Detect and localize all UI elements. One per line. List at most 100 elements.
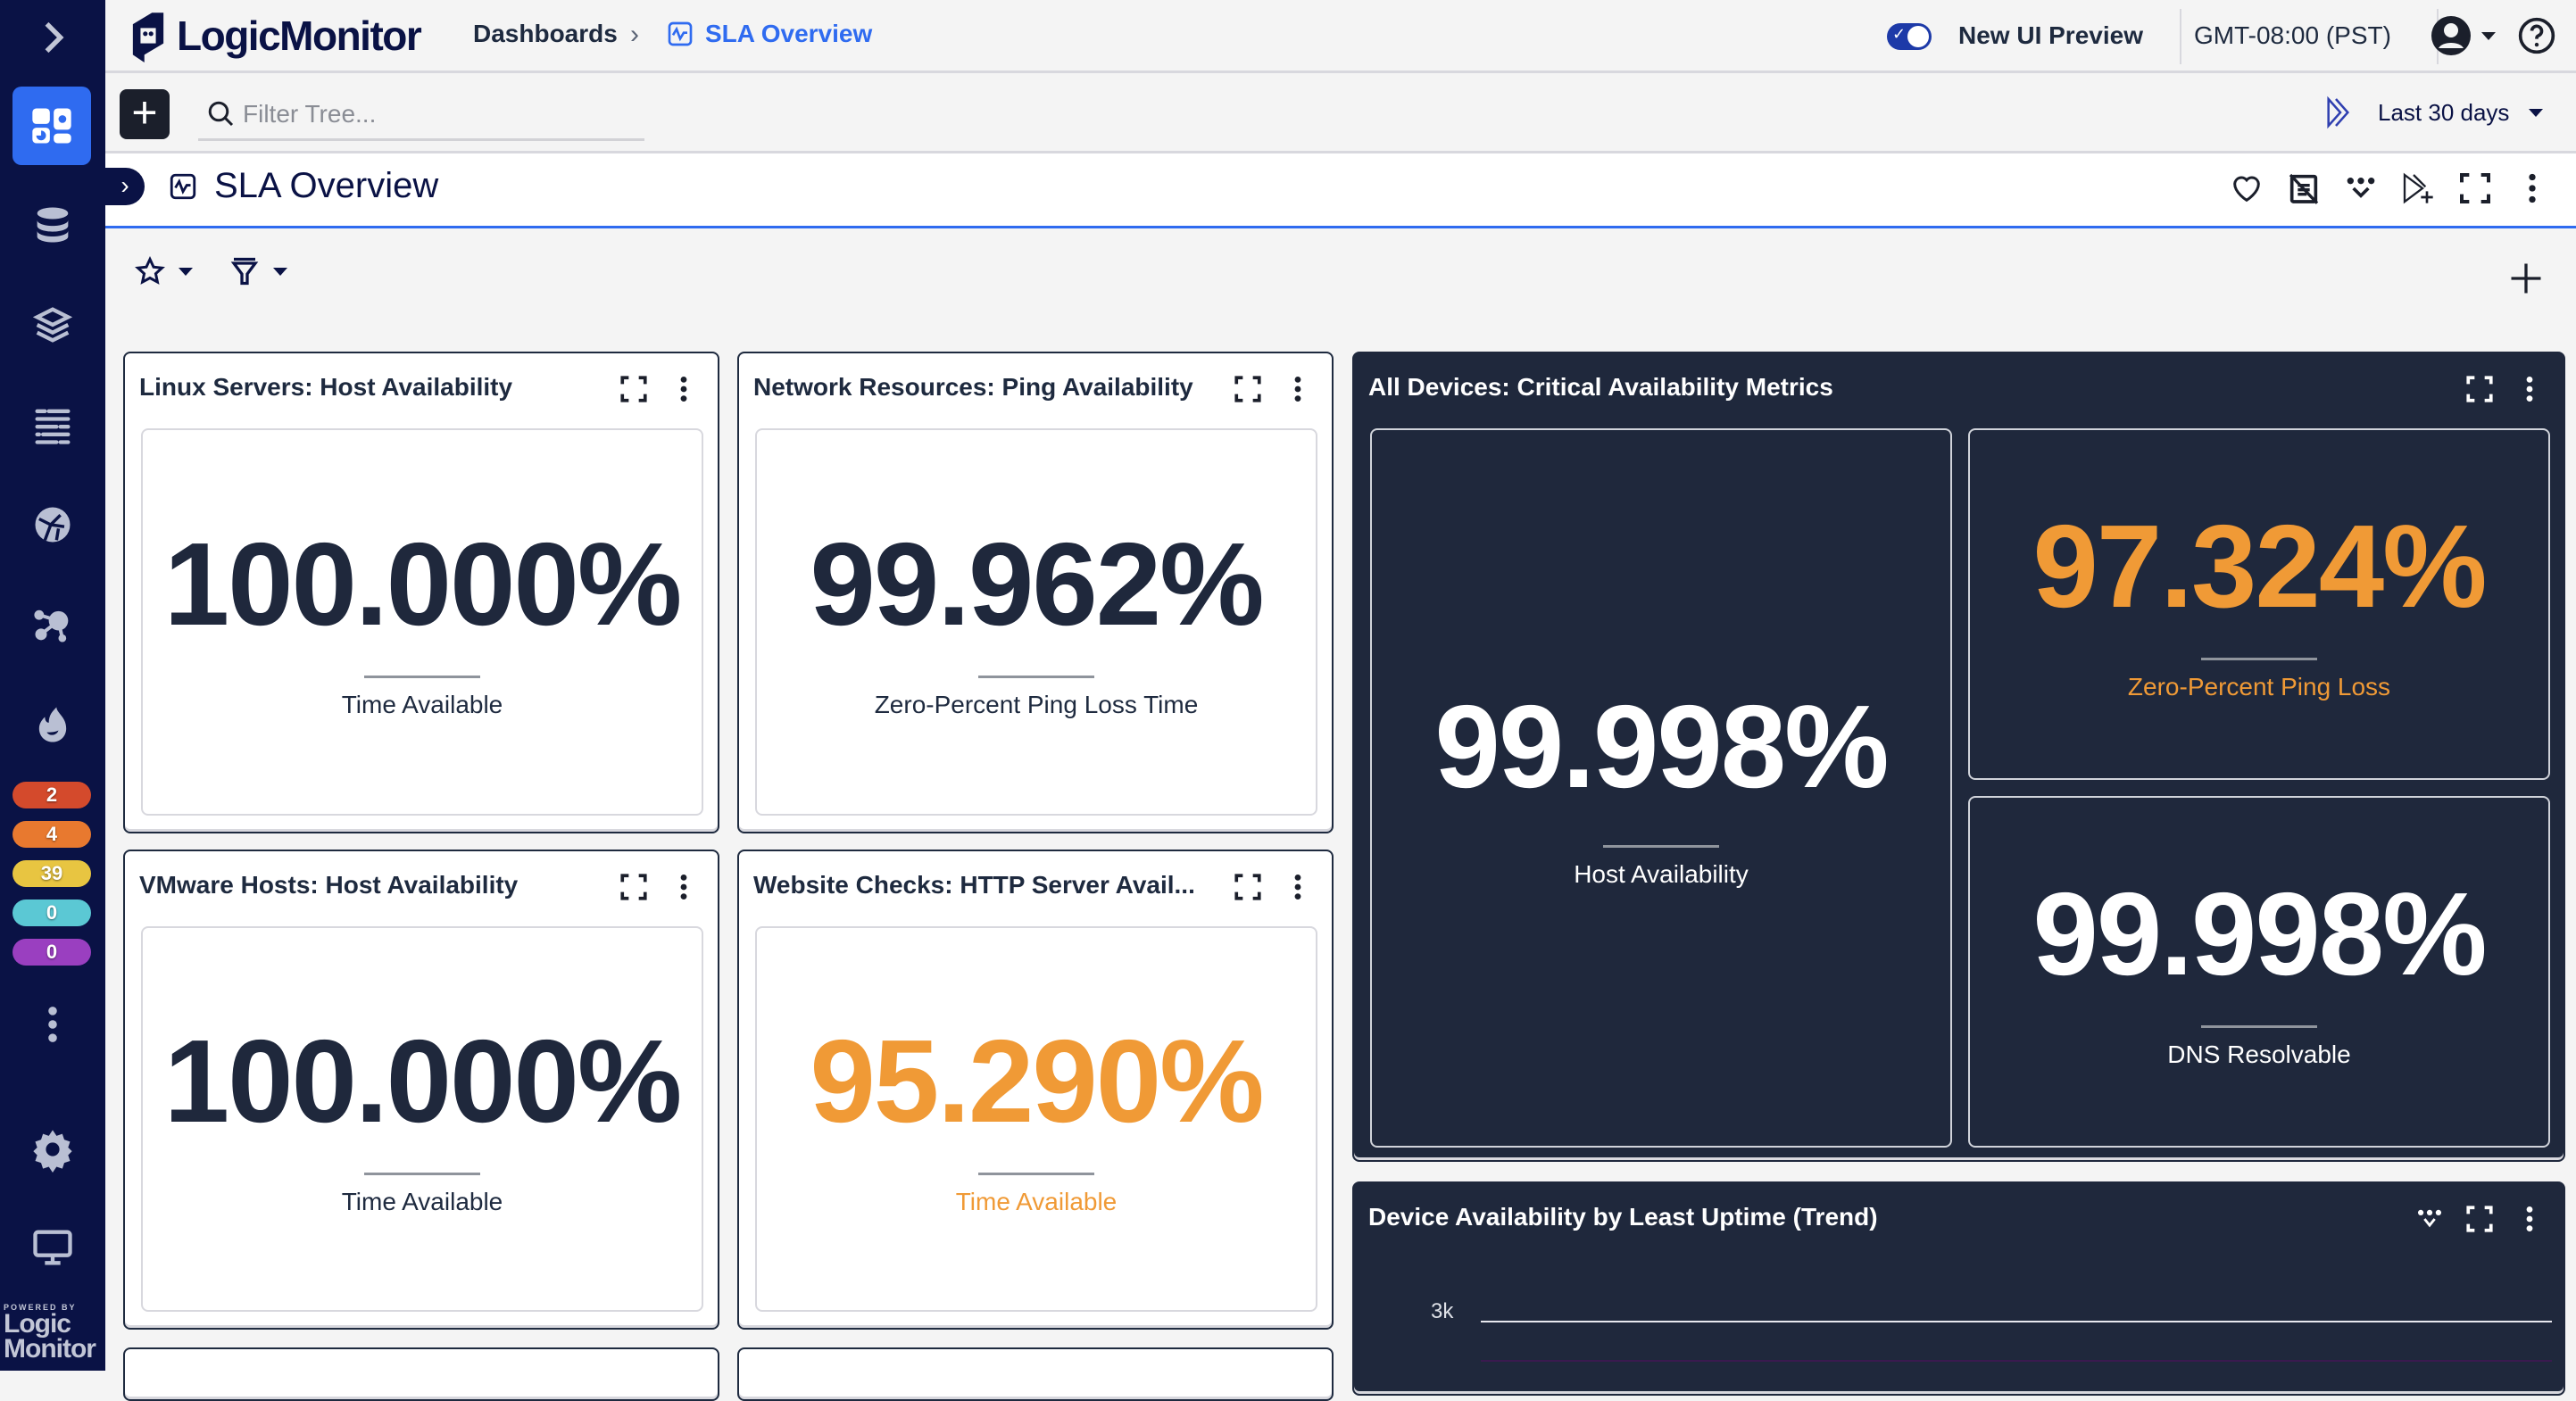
add-dashboard-button[interactable]: + [120,89,170,139]
add-to-playlist-button[interactable] [2399,170,2437,207]
widget-website-http-availability: Website Checks: HTTP Server Avail... 95.… [737,850,1334,1330]
widget-title: Linux Servers: Host Availability [139,373,513,401]
big-number-value: 99.998% [1434,680,1889,812]
new-ui-preview-label: New UI Preview [1958,21,2143,49]
widget-more-button[interactable] [2514,373,2546,405]
graph-icon [170,173,196,199]
powered-logo-line1: Logic [4,1309,71,1339]
widget-more-button[interactable] [2514,1203,2546,1235]
chevron-right-icon: › [120,171,129,199]
divider [364,675,480,678]
widget-more-button[interactable] [1282,871,1314,903]
big-number-label: Zero-Percent Ping Loss Time [874,690,1199,718]
logicmonitor-logo-icon [132,12,164,62]
left-nav-sidebar: 2 4 39 0 0 POWERED BY Logic Monitor [0,0,105,1371]
big-number-label: Zero-Percent Ping Loss [2127,672,2391,700]
filter-dropdown[interactable] [229,255,287,287]
metric-tile-ping-loss: 97.324% Zero-Percent Ping Loss [1968,428,2550,780]
widget-critical-availability-metrics: All Devices: Critical Availability Metri… [1352,352,2565,1162]
more-nav-button[interactable] [0,989,105,1060]
divider [2201,657,2317,660]
more-vert-icon [1294,874,1301,900]
check-icon: ✓ [1892,25,1907,43]
alert-badge-info[interactable]: 0 [12,899,91,926]
big-number-label: Time Available [955,1187,1118,1215]
alert-badge-critical[interactable]: 2 [12,782,91,808]
brand-name: LogicMonitor [177,12,422,59]
expand-nav-button[interactable] [0,2,105,73]
alert-badge-warning[interactable]: 39 [12,860,91,887]
widget-fullscreen-button[interactable] [1232,373,1264,405]
breadcrumb-dashboards[interactable]: Dashboards [473,20,618,48]
flame-icon [38,707,67,742]
timezone-selector[interactable]: GMT-08:00 (PST) [2194,21,2391,50]
top-header: LogicMonitor Dashboards › SLA Overview ✓… [105,0,2576,73]
dashboard-title-bar: › SLA Overview [105,153,2576,228]
monitor-icon [33,1230,72,1265]
big-number-value: 97.324% [2032,500,2487,632]
dashboard-more-button[interactable] [2514,170,2551,207]
user-menu-button[interactable] [2430,14,2496,57]
notes-off-icon [2289,173,2319,204]
widget-fullscreen-button[interactable] [2464,373,2496,405]
widget-options-button[interactable] [2414,1203,2446,1235]
alert-badge-other[interactable]: 0 [12,939,91,966]
more-vert-icon [2529,173,2536,203]
sidebar-item-logs[interactable] [0,389,105,460]
sidebar-item-alerts[interactable] [0,689,105,760]
widget-title: VMware Hosts: Host Availability [139,871,519,899]
favorite-button[interactable] [2228,170,2265,207]
widget-fullscreen-button[interactable] [2464,1203,2496,1235]
sidebar-item-resources[interactable] [0,189,105,261]
more-vert-icon [680,874,687,900]
divider [978,1172,1094,1175]
filter-tree-field [198,91,644,141]
layers-icon [32,307,73,343]
widget-title: Website Checks: HTTP Server Avail... [753,871,1195,899]
big-number-label: Time Available [341,1187,503,1215]
dashboard-actions [2228,170,2551,207]
widget-more-button[interactable] [668,871,700,903]
widget-options-button[interactable] [2342,170,2380,207]
widget-fullscreen-button[interactable] [618,373,650,405]
y-axis-tick: 3k [1431,1299,1454,1323]
add-widget-button[interactable] [2506,259,2546,298]
expand-tree-button[interactable]: › [105,168,145,205]
widget-device-availability-trend: Device Availability by Least Uptime (Tre… [1352,1181,2565,1396]
widget-linux-host-availability: Linux Servers: Host Availability 100.000… [123,352,719,833]
fullscreen-button[interactable] [2456,170,2494,207]
widget-fullscreen-button[interactable] [1232,871,1264,903]
widget-more-button[interactable] [1282,373,1314,405]
logicmonitor-logo[interactable]: LogicMonitor [125,9,422,62]
fullscreen-icon [1234,874,1261,900]
plus-icon [2511,263,2541,294]
sidebar-item-mapping[interactable] [0,589,105,660]
sidebar-item-settings[interactable] [0,1114,105,1185]
favorites-dropdown[interactable] [134,255,193,287]
logs-icon [35,409,71,444]
divider [2201,1024,2317,1028]
more-vert-icon [48,1007,57,1042]
widget-more-button[interactable] [668,373,700,405]
divider [978,675,1094,678]
sidebar-item-display[interactable] [0,1212,105,1283]
help-button[interactable] [2517,16,2556,60]
time-range-selector[interactable]: Last 30 days [2323,95,2544,130]
notes-toggle-button[interactable] [2285,170,2323,207]
graph-icon [668,21,693,46]
new-ui-preview-toggle[interactable]: ✓ [1887,23,1932,50]
search-icon [208,101,234,127]
sidebar-item-websites[interactable] [0,289,105,361]
toggle-knob [1907,26,1929,47]
widget-fullscreen-button[interactable] [618,871,650,903]
alert-badge-error[interactable]: 4 [12,821,91,848]
sidebar-item-dashboards[interactable] [12,87,91,165]
help-icon [2518,17,2555,54]
breadcrumb-current[interactable]: SLA Overview [666,20,872,48]
widget-title: Device Availability by Least Uptime (Tre… [1368,1203,1878,1231]
widget-row3-right [737,1347,1334,1401]
big-number-label: Time Available [341,690,503,718]
dashboard-title-text: SLA Overview [214,166,439,205]
sidebar-item-topology[interactable] [0,489,105,560]
filter-tree-input[interactable] [243,96,636,132]
